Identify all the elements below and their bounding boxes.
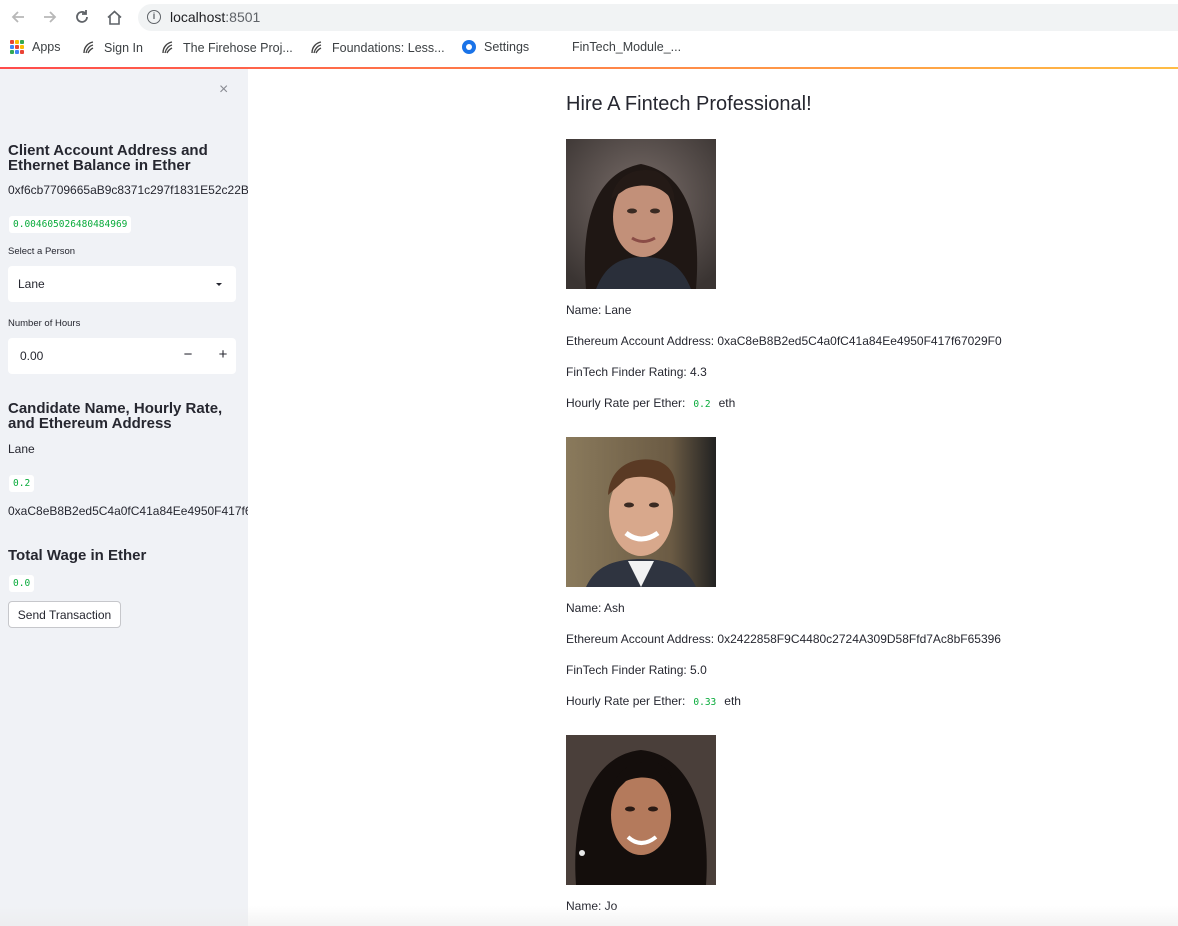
rate-unit: eth: [724, 694, 741, 708]
rate-label: Hourly Rate per Ether:: [566, 396, 686, 410]
candidate-rate-row: Hourly Rate per Ether: 0.2 eth: [566, 396, 736, 413]
bottom-fade: [0, 906, 1178, 926]
bookmark-firehose-project[interactable]: The Firehose Proj...: [160, 40, 293, 55]
increment-button[interactable]: +: [213, 346, 233, 363]
candidate-rate-row: Hourly Rate per Ether: 0.33 eth: [566, 694, 741, 711]
url-port: :8501: [225, 9, 261, 25]
bookmark-label: Settings: [484, 40, 530, 54]
page-title: Hire A Fintech Professional!: [566, 93, 812, 115]
rate-value: 0.2: [689, 396, 715, 413]
candidate-address-text: Ethereum Account Address: 0xaC8eB8B2ed5C…: [566, 334, 1002, 348]
bookmark-label: The Firehose Proj...: [183, 40, 293, 55]
chevron-down-icon: [216, 283, 222, 286]
url-bar[interactable]: i localhost:8501: [138, 4, 1178, 31]
bookmark-apps[interactable]: Apps: [10, 40, 61, 54]
decrement-button[interactable]: −: [178, 346, 198, 363]
candidate-photo-lane: [566, 139, 716, 289]
send-transaction-button[interactable]: Send Transaction: [8, 601, 121, 628]
address-row: i localhost:8501: [0, 0, 1178, 34]
bookmark-foundations[interactable]: Foundations: Less...: [309, 40, 445, 55]
candidate-header: Candidate Name, Hourly Rate, and Ethereu…: [8, 400, 223, 432]
firehose-icon: [83, 41, 94, 54]
browser-chrome: i localhost:8501 Apps Sign In The Fireho…: [0, 0, 1178, 69]
main-content: Hire A Fintech Professional! Name: Lane …: [248, 69, 1178, 926]
candidate-rating-text: FinTech Finder Rating: 4.3: [566, 365, 707, 379]
firehose-icon: [162, 41, 173, 54]
candidate-rating-text: FinTech Finder Rating: 5.0: [566, 663, 707, 677]
rate-unit: eth: [718, 396, 736, 410]
home-icon[interactable]: [103, 7, 125, 27]
candidate-name-text: Name: Lane: [566, 303, 632, 317]
back-arrow-icon[interactable]: [7, 7, 29, 27]
site-info-icon[interactable]: i: [147, 10, 161, 24]
select-person-label: Select a Person: [8, 246, 76, 257]
wage-value: 0.0: [9, 575, 35, 592]
url-text: localhost:8501: [170, 9, 260, 25]
rate-label: Hourly Rate per Ether:: [566, 694, 686, 708]
apps-grid-icon: [10, 40, 24, 54]
sidebar: × Client Account Address and Ethernet Ba…: [0, 69, 248, 926]
candidate-photo-ash: [566, 437, 716, 587]
hours-value[interactable]: 0.00: [20, 349, 43, 363]
bookmarks-bar: Apps Sign In The Firehose Proj... Founda…: [0, 36, 1178, 62]
reload-icon[interactable]: [71, 7, 93, 27]
hours-number-input[interactable]: 0.00 − +: [8, 338, 236, 374]
candidate-address: 0xaC8eB8B2ed5C4a0fC41a84Ee4950F417f6: [8, 504, 248, 518]
candidate-address-text: Ethereum Account Address: 0x2422858F9C44…: [566, 632, 1001, 646]
account-header: Client Account Address and Ethernet Bala…: [8, 142, 208, 174]
bookmark-sign-in[interactable]: Sign In: [81, 40, 143, 55]
url-host: localhost: [170, 9, 226, 25]
select-person-dropdown[interactable]: Lane: [8, 266, 236, 302]
bookmark-label: Apps: [32, 40, 61, 54]
bookmark-fintech-module[interactable]: FinTech_Module_...: [572, 40, 681, 54]
candidate-name: Lane: [8, 442, 35, 456]
gear-icon: [462, 40, 476, 54]
balance-value: 0.004605026480484969: [9, 216, 132, 233]
account-address: 0xf6cb7709665aB9c8371c297f1831E52c22B: [8, 183, 248, 197]
select-person-value: Lane: [18, 277, 45, 291]
bookmark-label: Sign In: [104, 40, 143, 55]
wage-header: Total Wage in Ether: [8, 547, 147, 564]
candidate-rate: 0.2: [9, 475, 35, 492]
bookmark-label: Foundations: Less...: [332, 40, 445, 55]
candidate-name-text: Name: Ash: [566, 601, 625, 615]
forward-arrow-icon[interactable]: [39, 7, 61, 27]
rate-value: 0.33: [689, 694, 721, 711]
bookmark-label: FinTech_Module_...: [572, 40, 682, 54]
close-icon[interactable]: ×: [219, 81, 228, 99]
bookmark-settings[interactable]: Settings: [462, 40, 529, 54]
candidate-photo-jo: [566, 735, 716, 885]
firehose-icon: [311, 41, 322, 54]
hours-label: Number of Hours: [8, 318, 81, 329]
